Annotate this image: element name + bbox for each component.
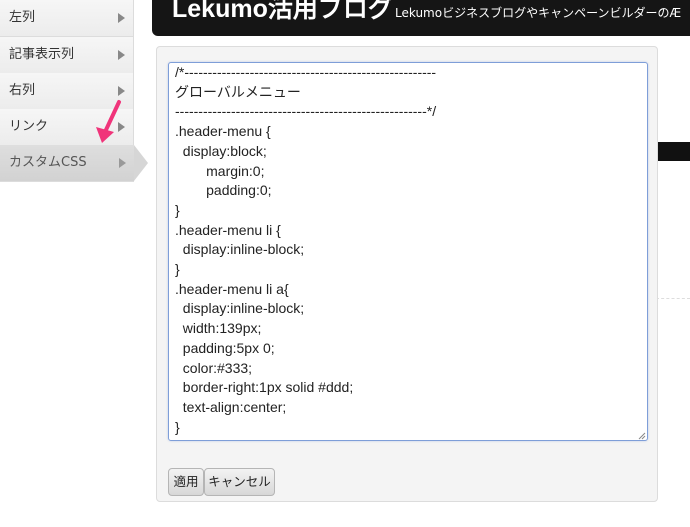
chevron-right-icon — [118, 50, 125, 60]
blog-title: Lekumo活用ブログ — [172, 0, 393, 23]
custom-css-textarea[interactable]: /*--------------------------------------… — [168, 62, 648, 441]
menu-item-label: 記事表示列 — [9, 47, 75, 62]
global-nav-preview — [656, 142, 690, 161]
annotation-arrow-icon — [96, 100, 121, 143]
custom-css-panel: /*--------------------------------------… — [156, 46, 658, 502]
settings-menu: 左列 記事表示列 右列 リンク カスタムCSS — [0, 0, 148, 190]
menu-item-custom-css[interactable]: カスタムCSS — [0, 145, 148, 182]
divider — [656, 298, 690, 299]
chevron-right-icon — [118, 86, 125, 96]
chevron-right-icon — [118, 13, 125, 23]
chevron-right-icon — [119, 158, 126, 168]
menu-item-left-column[interactable]: 左列 — [0, 0, 134, 37]
cancel-button[interactable]: キャンセル — [204, 468, 275, 496]
menu-item-label: カスタムCSS — [9, 155, 87, 170]
menu-item-label: 左列 — [9, 10, 36, 25]
blog-description: LekumoビジネスブログやキャンペーンビルダーのÆ — [395, 6, 682, 20]
blog-header-preview: Lekumo活用ブログ LekumoビジネスブログやキャンペーンビルダーのÆ — [152, 0, 690, 36]
menu-item-article-column[interactable]: 記事表示列 — [0, 37, 134, 74]
apply-button[interactable]: 適用 — [168, 468, 204, 496]
menu-item-label: リンク — [9, 119, 49, 134]
resize-grip-icon[interactable] — [637, 431, 646, 440]
menu-item-label: 右列 — [9, 83, 36, 98]
